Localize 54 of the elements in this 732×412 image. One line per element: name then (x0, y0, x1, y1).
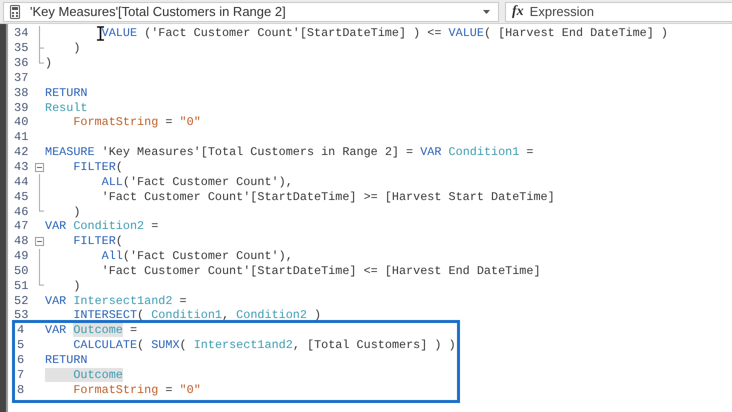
code-line: ) (45, 56, 52, 70)
code-line: FILTER( (72, 234, 123, 248)
code-line: VAR Intersect1and2 = (45, 294, 187, 308)
code-line: 'Fact Customer Count'[StartDateTime] <= [Harvest End DateTime] (100, 264, 541, 278)
code-line: Result (45, 100, 88, 115)
line-number: 48 (13, 234, 30, 248)
measure-dropdown[interactable]: 'Key Measures'[Total Customers in Range 2] (3, 2, 499, 22)
line-number: 47 (13, 219, 30, 234)
line-number: 52 (13, 294, 30, 308)
line-number: 37 (13, 70, 30, 85)
calculator-icon (10, 4, 20, 18)
code-line: All('Fact Customer Count'), (100, 249, 293, 264)
line-number: 46 (13, 204, 30, 219)
line-number: 50 (13, 264, 30, 278)
code-line: VAR Outcome = (45, 323, 138, 338)
code-line: FILTER( (72, 160, 123, 174)
line-number: 35 (13, 41, 30, 56)
line-number: 34 (13, 26, 30, 40)
line-number: 5 (16, 338, 26, 352)
line-number: 36 (13, 56, 30, 70)
code-line: VAR Condition2 = (45, 219, 158, 234)
line-number: 39 (13, 100, 30, 115)
line-number: 8 (16, 382, 26, 397)
line-number: 45 (13, 190, 30, 204)
code-line: MEASURE 'Key Measures'[Total Customers in Range 2] = VAR Condition1 = (45, 145, 534, 160)
code-line: ALL('Fact Customer Count'), (100, 174, 293, 189)
code-line: INTERSECT( Condition1, Condition2 ) (72, 308, 322, 322)
fx-label: fx (512, 4, 524, 20)
code-line: RETURN (45, 352, 88, 367)
code-line: FormatString = "0" (72, 115, 201, 130)
line-number: 4 (16, 323, 26, 338)
line-number: 41 (13, 130, 30, 144)
code-line: ) (72, 278, 80, 293)
line-number: 49 (13, 249, 30, 264)
caret-icon (483, 10, 490, 14)
collapse-icon[interactable] (35, 236, 44, 246)
line-number: 51 (13, 278, 30, 293)
line-number: 40 (13, 115, 30, 130)
code-line: ) (72, 41, 80, 56)
code-line: FormatString = "0" (72, 382, 201, 397)
line-number: 38 (13, 86, 30, 100)
line-number: 53 (13, 308, 30, 322)
line-number: 7 (16, 368, 26, 382)
code-line: 'Fact Customer Count'[StartDateTime] >= [Harvest Start DateTime] (100, 190, 555, 204)
line-number: 42 (13, 145, 30, 160)
code-line: ) (72, 204, 80, 219)
code-line: CALCULATE( SUMX( Intersect1and2, [Total Customers] ) ) (72, 338, 456, 352)
line-number: 44 (13, 174, 30, 189)
expression-field[interactable]: fx Expression (505, 2, 732, 22)
collapse-icon[interactable] (35, 162, 44, 172)
line-number: 6 (16, 352, 26, 367)
code-line: VALUE ('Fact Customer Count'[StartDateTime] ) <= VALUE( [Harvest End DateTime] ) (100, 26, 668, 40)
code-line: RETURN (45, 86, 88, 100)
line-number: 43 (13, 160, 30, 174)
